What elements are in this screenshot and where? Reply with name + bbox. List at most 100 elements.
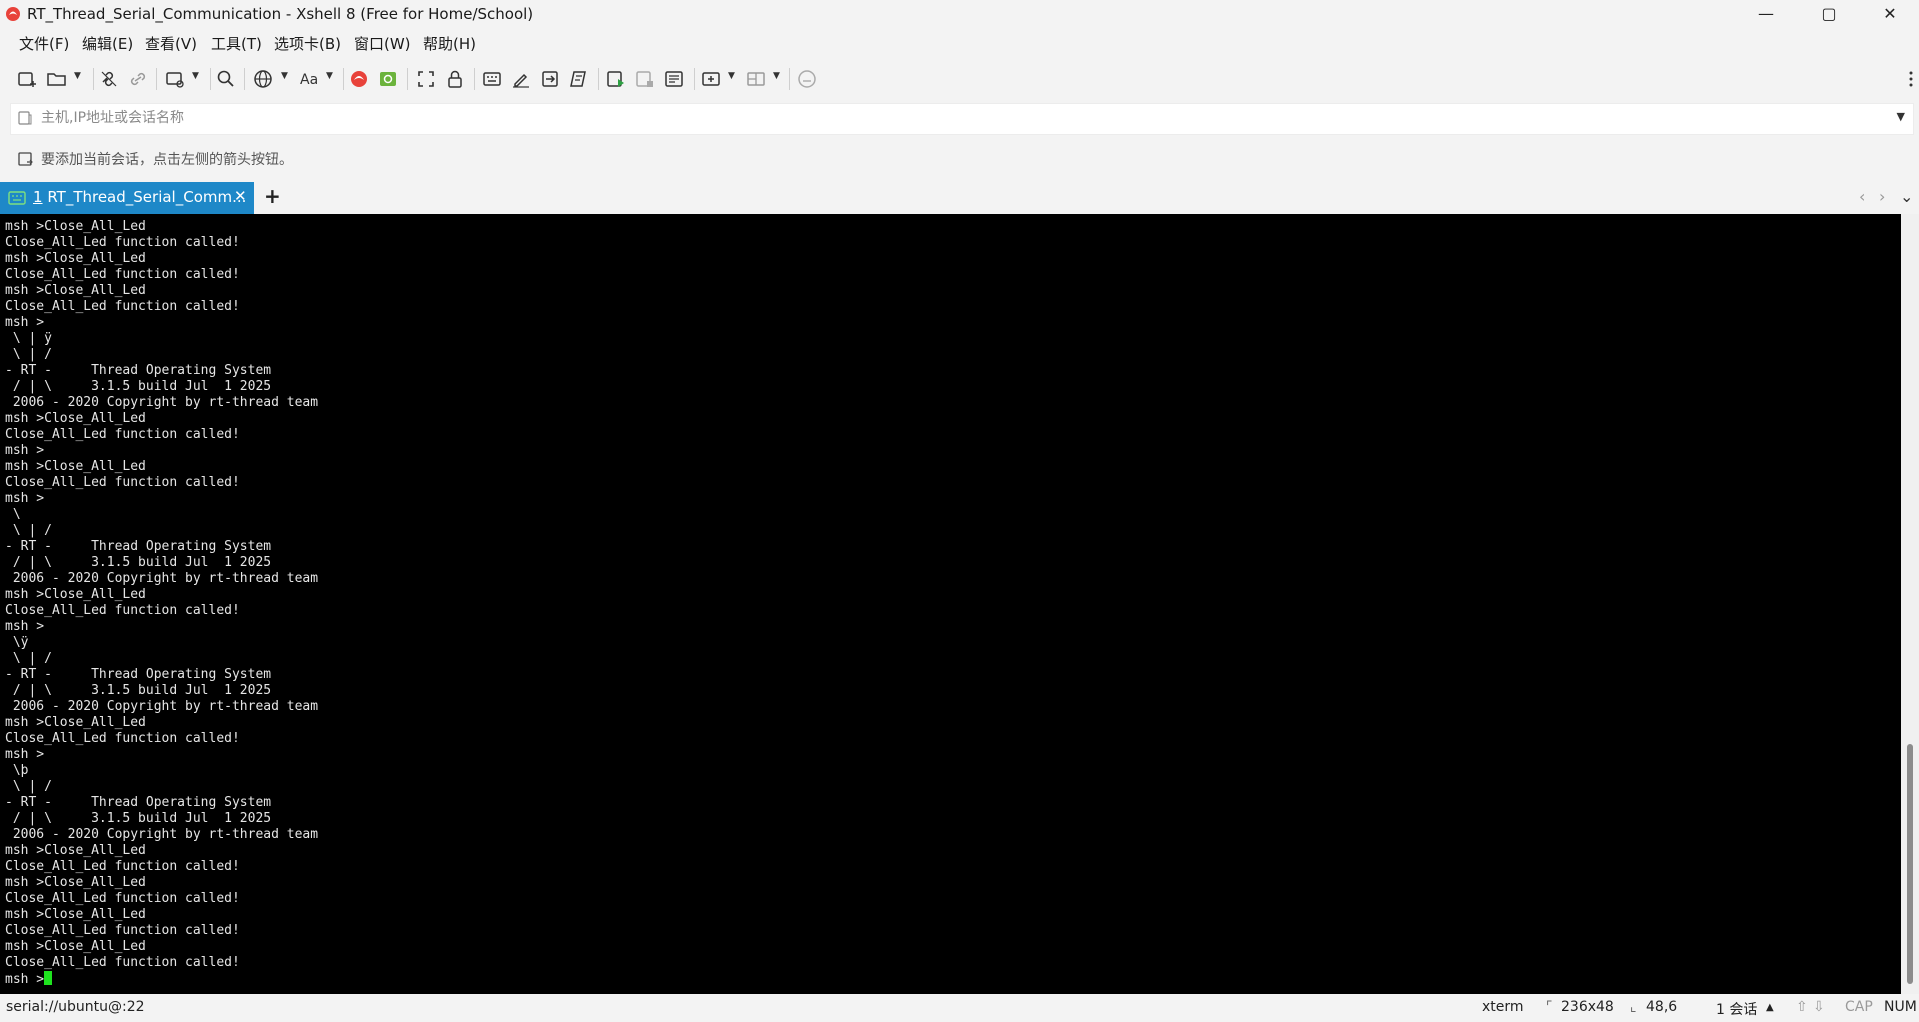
terminal-line: msh >Close_All_Led — [5, 587, 146, 602]
xftp-icon[interactable] — [376, 67, 400, 91]
terminal-line: \ | / — [5, 347, 52, 362]
minimize-button[interactable]: — — [1743, 0, 1789, 30]
maximize-button[interactable]: ▢ — [1806, 0, 1852, 30]
terminal-area[interactable]: msh >Close_All_Led Close_All_Led functio… — [0, 214, 1901, 994]
add-tab-button[interactable]: + — [264, 184, 281, 208]
globe-encoding-icon[interactable] — [251, 67, 275, 91]
terminal-scrollbar[interactable] — [1901, 214, 1919, 994]
terminal-line: 2006 - 2020 Copyright by rt-thread team — [5, 395, 319, 410]
terminal-line: msh >Close_All_Led — [5, 219, 146, 234]
terminal-line: msh >Close_All_Led — [5, 411, 146, 426]
terminal-line: - RT - Thread Operating System — [5, 363, 272, 378]
new-tab-icon[interactable] — [699, 67, 723, 91]
session-count[interactable]: 1 会话 — [1716, 999, 1757, 1019]
terminal-line: msh >Close_All_Led — [5, 459, 146, 474]
terminal-line: msh >Close_All_Led — [5, 715, 146, 730]
chevron-down-icon[interactable]: ▼ — [326, 71, 333, 81]
layout-icon[interactable] — [744, 67, 768, 91]
xshell-logo-icon[interactable] — [347, 67, 371, 91]
terminal-line: Close_All_Led function called! — [5, 731, 240, 746]
chevron-down-icon[interactable]: ▼ — [74, 71, 81, 81]
terminal-line: msh > — [5, 747, 45, 762]
menu-tools[interactable]: 工具(T) — [211, 33, 262, 54]
chat-bubble-icon[interactable] — [795, 67, 819, 91]
scrollbar-thumb[interactable] — [1907, 744, 1913, 984]
add-session-arrow-icon[interactable] — [17, 150, 35, 172]
chevron-down-icon[interactable]: ▼ — [1897, 110, 1905, 123]
terminal-size: 236x48 — [1561, 999, 1614, 1015]
menu-edit[interactable]: 编辑(E) — [82, 33, 133, 54]
more-options-icon[interactable] — [1899, 67, 1919, 91]
terminal-line: - RT - Thread Operating System — [5, 667, 272, 682]
terminal-line: msh >Close_All_Led — [5, 875, 146, 890]
status-bar: serial://ubuntu@:22 xterm ⌜ 236x48 ⌞ 48,… — [0, 994, 1919, 1022]
bookmark-icon[interactable] — [17, 110, 33, 130]
cursor-position: 48,6 — [1646, 999, 1678, 1015]
stop-record-icon[interactable] — [633, 67, 657, 91]
terminal-line: Close_All_Led function called! — [5, 955, 240, 970]
close-tab-icon[interactable]: ✕ — [234, 187, 247, 205]
scroll-down-icon[interactable]: ⇩ — [1813, 999, 1825, 1015]
tab-number: 1 — [33, 188, 43, 206]
keyboard-icon[interactable] — [480, 67, 504, 91]
window-title: RT_Thread_Serial_Communication - Xshell … — [27, 5, 534, 23]
terminal-type: xterm — [1482, 999, 1524, 1015]
log-icon[interactable] — [662, 67, 686, 91]
terminal-line: 2006 - 2020 Copyright by rt-thread team — [5, 699, 319, 714]
host-input[interactable] — [41, 108, 1861, 128]
terminal-line: \þ — [5, 763, 29, 778]
terminal-line: / | \ 3.1.5 build Jul 1 2025 — [5, 379, 272, 394]
toolbar-divider — [598, 68, 599, 90]
reconnect-link-icon[interactable] — [126, 67, 150, 91]
lock-icon[interactable] — [443, 67, 467, 91]
compose-pen-icon[interactable] — [509, 67, 533, 91]
terminal-line: msh > — [5, 619, 45, 634]
cursor-position-icon: ⌞ — [1630, 999, 1637, 1015]
chevron-down-icon[interactable]: ▼ — [773, 71, 780, 81]
close-window-button[interactable]: ✕ — [1867, 0, 1913, 30]
menu-window[interactable]: 窗口(W) — [354, 33, 411, 54]
toolbar-divider — [407, 68, 408, 90]
tab-prev-icon[interactable]: ‹ — [1859, 187, 1865, 206]
play-record-icon[interactable] — [604, 67, 628, 91]
session-properties-icon[interactable] — [163, 67, 187, 91]
menu-file[interactable]: 文件(F) — [19, 33, 69, 54]
font-icon[interactable]: Aa — [298, 67, 322, 91]
toolbar-divider — [694, 68, 695, 90]
open-folder-icon[interactable] — [45, 67, 69, 91]
terminal-line: - RT - Thread Operating System — [5, 539, 272, 554]
toolbar-divider — [343, 68, 344, 90]
menu-tabs[interactable]: 选项卡(B) — [274, 33, 341, 54]
transfer-icon[interactable] — [538, 67, 562, 91]
xshell-logo-icon — [5, 6, 21, 22]
script-icon[interactable] — [567, 67, 591, 91]
fullscreen-icon[interactable] — [414, 67, 438, 91]
tab-next-icon[interactable]: › — [1879, 187, 1885, 206]
terminal-line: / | \ 3.1.5 build Jul 1 2025 — [5, 683, 272, 698]
terminal-line: Close_All_Led function called! — [5, 891, 240, 906]
disconnect-icon[interactable] — [97, 67, 121, 91]
terminal-line: msh >Close_All_Led — [5, 907, 146, 922]
title-bar: RT_Thread_Serial_Communication - Xshell … — [0, 0, 1919, 30]
terminal-line: msh >Close_All_Led — [5, 283, 146, 298]
search-icon[interactable] — [214, 67, 238, 91]
chevron-down-icon[interactable]: ▼ — [281, 71, 288, 81]
toolbar-divider — [210, 68, 211, 90]
toolbar-divider — [244, 68, 245, 90]
toolbar-divider — [789, 68, 790, 90]
menu-view[interactable]: 查看(V) — [145, 33, 197, 54]
terminal-line: Close_All_Led function called! — [5, 603, 240, 618]
menu-help[interactable]: 帮助(H) — [423, 33, 476, 54]
chevron-down-icon[interactable]: ▼ — [728, 71, 735, 81]
tab-list-icon[interactable]: ⌄ — [1900, 187, 1913, 206]
chevron-up-icon[interactable]: ▲ — [1766, 1002, 1774, 1013]
new-session-icon[interactable] — [15, 67, 39, 91]
svg-text:Aa: Aa — [300, 72, 318, 88]
terminal-line: / | \ 3.1.5 build Jul 1 2025 — [5, 811, 272, 826]
chevron-down-icon[interactable]: ▼ — [192, 71, 199, 81]
session-hint-bar: 要添加当前会话，点击左侧的箭头按钮。 — [0, 146, 1919, 172]
tab-session[interactable]: 1 RT_Thread_Serial_Comm... ✕ — [0, 182, 254, 214]
terminal-line: Close_All_Led function called! — [5, 923, 240, 938]
scroll-up-icon[interactable]: ⇧ — [1796, 999, 1808, 1015]
caps-lock-indicator: CAP — [1845, 999, 1873, 1015]
